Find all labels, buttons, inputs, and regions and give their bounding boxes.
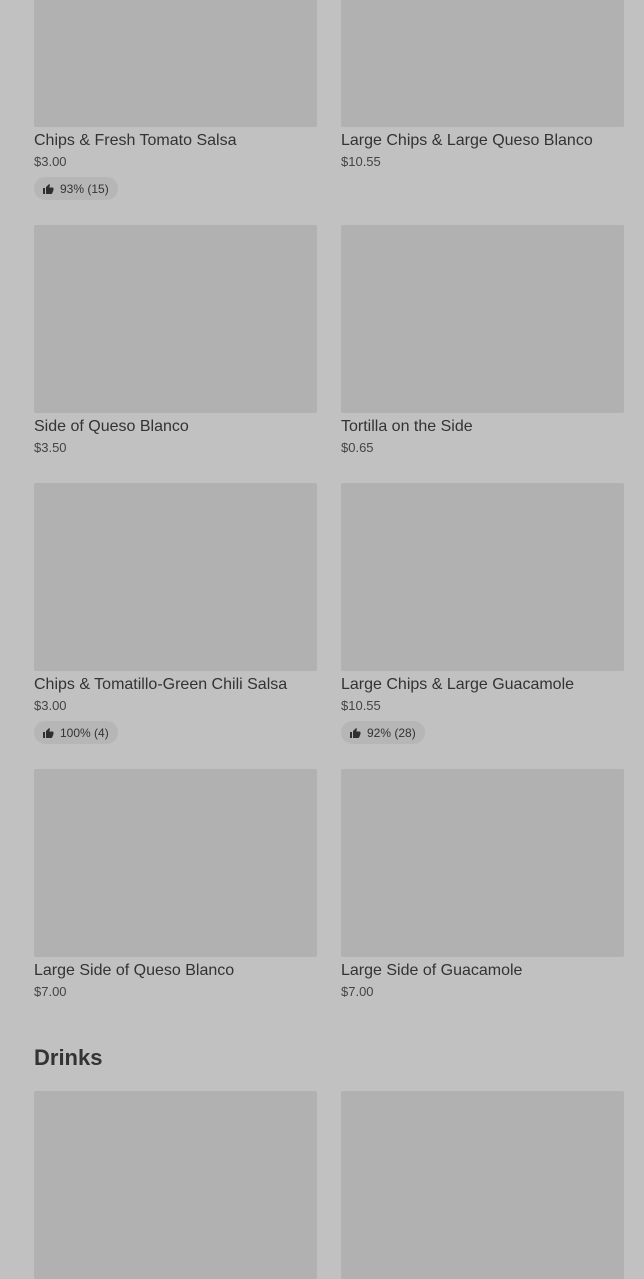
rating-text: 93% (15) (60, 181, 109, 196)
menu-item-image (341, 1091, 624, 1279)
menu-item-image (341, 769, 624, 957)
menu-item-price: $10.55 (341, 154, 381, 169)
thumbs-up-icon (350, 727, 361, 738)
menu-item-name: Tortilla on the Side (341, 418, 473, 435)
menu-item-name: Large Chips & Large Queso Blanco (341, 132, 593, 149)
rating-badge: 93% (15) (34, 177, 118, 200)
section-title-drinks: Drinks (34, 1045, 103, 1070)
menu-item-name: Chips & Fresh Tomato Salsa (34, 132, 237, 149)
menu-item-card[interactable]: Chips & Fresh Tomato Salsa $3.00 93% (15… (34, 0, 317, 200)
menu-item-image (34, 225, 317, 413)
menu-item-price: $3.00 (34, 154, 67, 169)
thumbs-up-icon (43, 727, 54, 738)
menu-item-name: Large Side of Queso Blanco (34, 962, 235, 979)
menu-item-card[interactable] (341, 1091, 624, 1279)
menu-item-card[interactable] (34, 1091, 317, 1279)
menu-item-price: $3.00 (34, 698, 67, 713)
menu-item-price: $7.00 (34, 984, 67, 999)
menu-item-card[interactable]: Tortilla on the Side $0.65 (341, 225, 624, 455)
menu-item-name: Large Chips & Large Guacamole (341, 676, 575, 693)
menu-item-image (34, 483, 317, 671)
thumbs-up-icon (43, 183, 54, 194)
rating-text: 92% (28) (367, 725, 416, 740)
rating-text: 100% (4) (60, 725, 109, 740)
menu-item-card[interactable]: Chips & Tomatillo-Green Chili Salsa $3.0… (34, 483, 317, 744)
menu-item-image (34, 769, 317, 957)
menu-item-image (34, 1091, 317, 1279)
menu-item-card[interactable]: Large Chips & Large Queso Blanco $10.55 (341, 0, 624, 169)
menu-item-image (341, 225, 624, 413)
menu-item-image (341, 0, 624, 127)
menu-item-price: $3.50 (34, 440, 67, 455)
rating-badge: 100% (4) (34, 721, 118, 744)
menu-item-card[interactable]: Side of Queso Blanco $3.50 (34, 225, 317, 455)
rating-badge: 92% (28) (341, 721, 425, 744)
menu-item-price: $0.65 (341, 440, 374, 455)
menu-item-card[interactable]: Large Side of Queso Blanco $7.00 (34, 769, 317, 999)
menu-item-image (341, 483, 624, 671)
menu-item-name: Side of Queso Blanco (34, 418, 189, 435)
menu-item-name: Large Side of Guacamole (341, 962, 523, 979)
menu-item-card[interactable]: Large Chips & Large Guacamole $10.55 92%… (341, 483, 624, 744)
menu-item-price: $7.00 (341, 984, 374, 999)
menu-item-image (34, 0, 317, 127)
menu-item-card[interactable]: Large Side of Guacamole $7.00 (341, 769, 624, 999)
menu-item-price: $10.55 (341, 698, 381, 713)
menu-item-name: Chips & Tomatillo-Green Chili Salsa (34, 676, 288, 693)
